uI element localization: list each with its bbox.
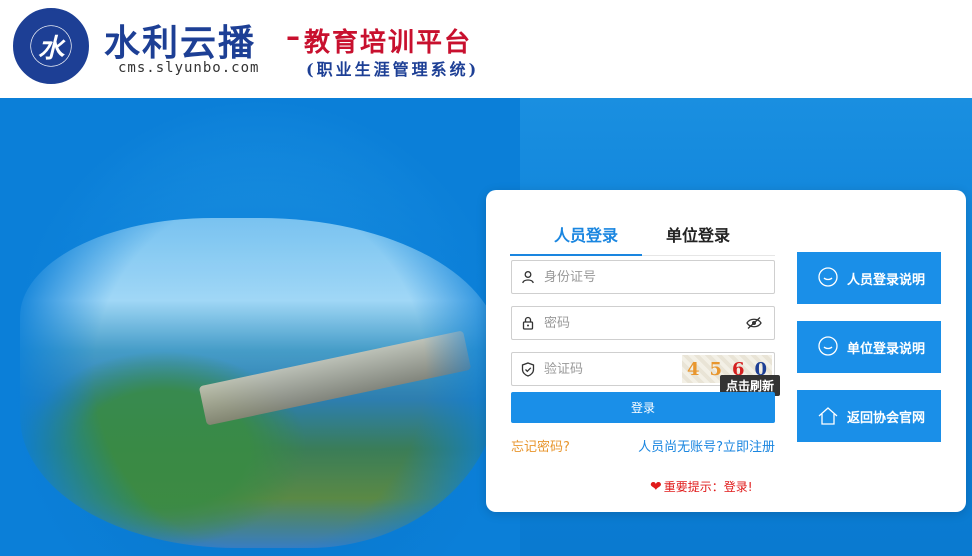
register-link[interactable]: 人员尚无账号?立即注册 [638,436,775,455]
side-button-label: 单位登录说明 [847,341,926,357]
password-input[interactable] [544,315,714,331]
shield-check-icon [512,361,544,377]
brand-title: 水利云播 [104,22,257,64]
important-notice[interactable]: ❤ 重要提示：登录! [650,478,753,495]
captcha-char: 4 [686,358,700,380]
main-area: 人员登录 单位登录 4 5 [0,98,972,556]
heart-icon: ❤ [650,478,662,495]
person-login-help-button[interactable]: 人员登录说明 [797,252,941,304]
lock-icon [512,316,544,330]
logo-mark: 水 [31,26,71,66]
unit-login-help-button[interactable]: 单位登录说明 [797,321,941,373]
association-logo: 水 [13,8,89,84]
chat-bubble-icon [817,336,839,358]
notice-text: 重要提示：登录! [663,480,753,494]
side-button-label: 人员登录说明 [847,272,926,288]
side-button-label: 返回协会官网 [847,410,926,426]
captcha-field: 4 5 6 0 点击刷新 [511,352,780,396]
brand-dash: – [286,20,300,53]
brand-slogan: 教育培训平台 [304,28,473,58]
eye-slash-icon[interactable] [746,315,762,334]
tab-unit-login[interactable]: 单位登录 [666,222,730,246]
site-header: 水 水利云播 cms.slyunbo.com – 教育培训平台 (职业生涯管理系… [0,0,972,98]
password-field [511,306,775,340]
chat-bubble-icon [817,267,839,289]
home-icon [817,405,839,427]
brand-slogan-sub: (职业生涯管理系统) [306,60,480,79]
id-number-field [511,260,775,294]
tab-person-login[interactable]: 人员登录 [554,222,618,246]
active-tab-underline [510,254,642,256]
captcha-image[interactable]: 4 5 6 0 点击刷新 [682,355,780,396]
back-to-association-button[interactable]: 返回协会官网 [797,390,941,442]
login-button[interactable]: 登录 [511,392,775,423]
site-url: cms.slyunbo.com [118,60,260,76]
scenery-fade [0,98,520,556]
login-card: 人员登录 单位登录 4 5 [486,190,966,512]
user-icon [512,270,544,284]
id-number-input[interactable] [544,269,714,285]
login-tabs: 人员登录 单位登录 [510,218,775,256]
forgot-password-link[interactable]: 忘记密码? [511,436,570,455]
